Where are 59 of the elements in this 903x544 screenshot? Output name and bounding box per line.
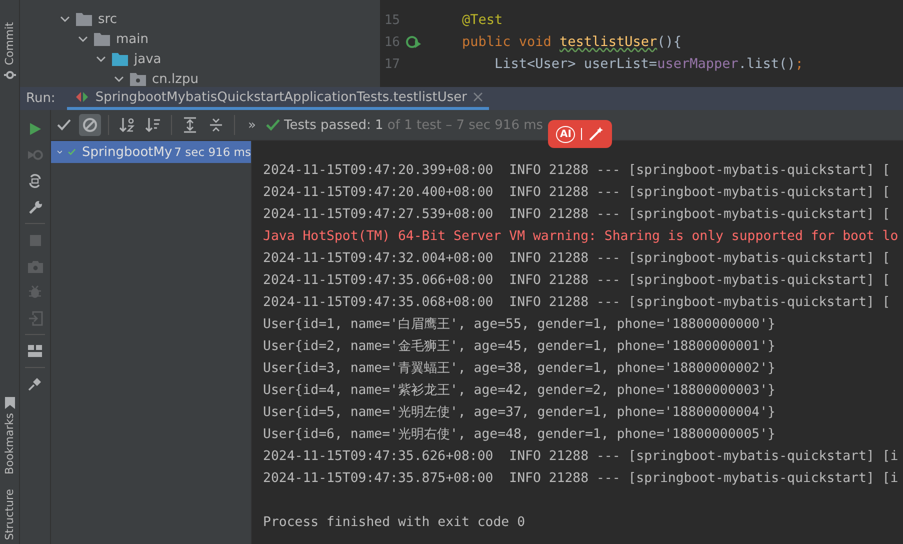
code-line: public void testlistUser(){ [462, 34, 682, 50]
console-line: 2024-11-15T09:47:35.875+08:00 INFO 21288 --- [springboot-mybatis-quickstart] [i [263, 470, 900, 488]
test-tree-item[interactable]: SpringbootMy 7 sec 916 ms [51, 141, 251, 163]
console-line: Java HotSpot(TM) 64-Bit Server VM warning: Sharing is only supported for boot lo [263, 228, 900, 246]
line-number: 17 [383, 56, 400, 72]
tree-item[interactable]: java [134, 52, 162, 66]
folder-icon [112, 52, 128, 66]
console-line: User{id=3, name='青翼蝠王', age=38, gender=1, phone='18800000002'} [263, 360, 776, 378]
tool-window-tab[interactable]: Structure [3, 488, 16, 540]
run-icon[interactable] [28, 122, 42, 136]
bookmark-icon [4, 397, 14, 410]
ignored-icon [82, 117, 98, 133]
console-line: 2024-11-15T09:47:20.399+08:00 INFO 21288 --- [springboot-mybatis-quickstart] [ [263, 162, 892, 180]
collapse-all-icon [208, 117, 224, 133]
console-line: 2024-11-15T09:47:35.068+08:00 INFO 21288 --- [springboot-mybatis-quickstart] [ [263, 294, 892, 312]
folder-icon [94, 32, 110, 46]
console-line: Process finished with exit code 0 [263, 514, 526, 532]
console-line: 2024-11-15T09:47:20.400+08:00 INFO 21288 --- [springboot-mybatis-quickstart] [ [263, 184, 892, 202]
chevron-icon[interactable] [60, 14, 70, 24]
code-line: List<User> userList=userMapper.list(); [494, 56, 804, 72]
commit-icon [4, 69, 16, 82]
test-status: Tests passed: 1 of 1 test – 7 sec 916 ms [284, 118, 544, 132]
test-config-icon [75, 91, 90, 103]
commit-tab[interactable]: Commit [3, 22, 16, 66]
pin-icon[interactable] [28, 377, 42, 391]
chevron-icon[interactable] [78, 34, 88, 44]
console-line: User{id=6, name='光明右使', age=48, gender=1, phone='18800000005'} [263, 426, 776, 444]
tool-window-tab[interactable]: Bookmarks [3, 413, 16, 475]
sort-icon [119, 117, 135, 133]
console-line: 2024-11-15T09:47:35.626+08:00 INFO 21288 --- [springboot-mybatis-quickstart] [i [263, 448, 900, 466]
console-line: 2024-11-15T09:47:27.539+08:00 INFO 21288 --- [springboot-mybatis-quickstart] [ [263, 206, 892, 224]
run-test-icon[interactable] [406, 35, 422, 49]
wrench-icon[interactable] [28, 200, 42, 214]
console-line: 2024-11-15T09:47:35.066+08:00 INFO 21288 --- [springboot-mybatis-quickstart] [ [263, 272, 892, 290]
sort-icon [145, 117, 161, 133]
ignored-filter-button[interactable] [79, 114, 101, 136]
magic-wand-icon [588, 126, 604, 142]
toggle-icon[interactable] [28, 173, 42, 189]
chevron-icon[interactable] [114, 74, 124, 84]
run-label: Run: [25, 90, 56, 108]
console-line: 2024-11-15T09:47:32.004+08:00 INFO 21288 --- [springboot-mybatis-quickstart] [ [263, 250, 892, 268]
console-line: User{id=1, name='白眉鹰王', age=55, gender=1, phone='18800000000'} [263, 316, 776, 334]
layout-icon[interactable] [28, 345, 42, 357]
expand-all-icon [182, 117, 198, 133]
code-line: @Test [462, 12, 503, 28]
check-icon [56, 118, 72, 132]
line-number: 16 [383, 34, 400, 50]
console-line: User{id=2, name='金毛狮王', age=45, gender=1, phone='18800000001'} [263, 338, 776, 356]
tree-item[interactable]: main [116, 32, 148, 46]
tree-item[interactable]: cn.lzpu [152, 72, 198, 86]
console-line: User{id=4, name='紫衫龙王', age=42, gender=2, phone='18800000003'} [263, 382, 776, 400]
ai-assistant-badge[interactable]: AI [548, 120, 612, 148]
tree-item[interactable]: src [98, 12, 117, 26]
chevron-icon[interactable] [96, 54, 106, 64]
close-icon[interactable] [473, 92, 483, 102]
more-button[interactable]: » [242, 118, 262, 132]
folder-icon [76, 12, 92, 26]
line-number: 15 [383, 12, 400, 28]
console-line: User{id=5, name='光明左使', age=37, gender=1, phone='18800000004'} [263, 404, 776, 422]
